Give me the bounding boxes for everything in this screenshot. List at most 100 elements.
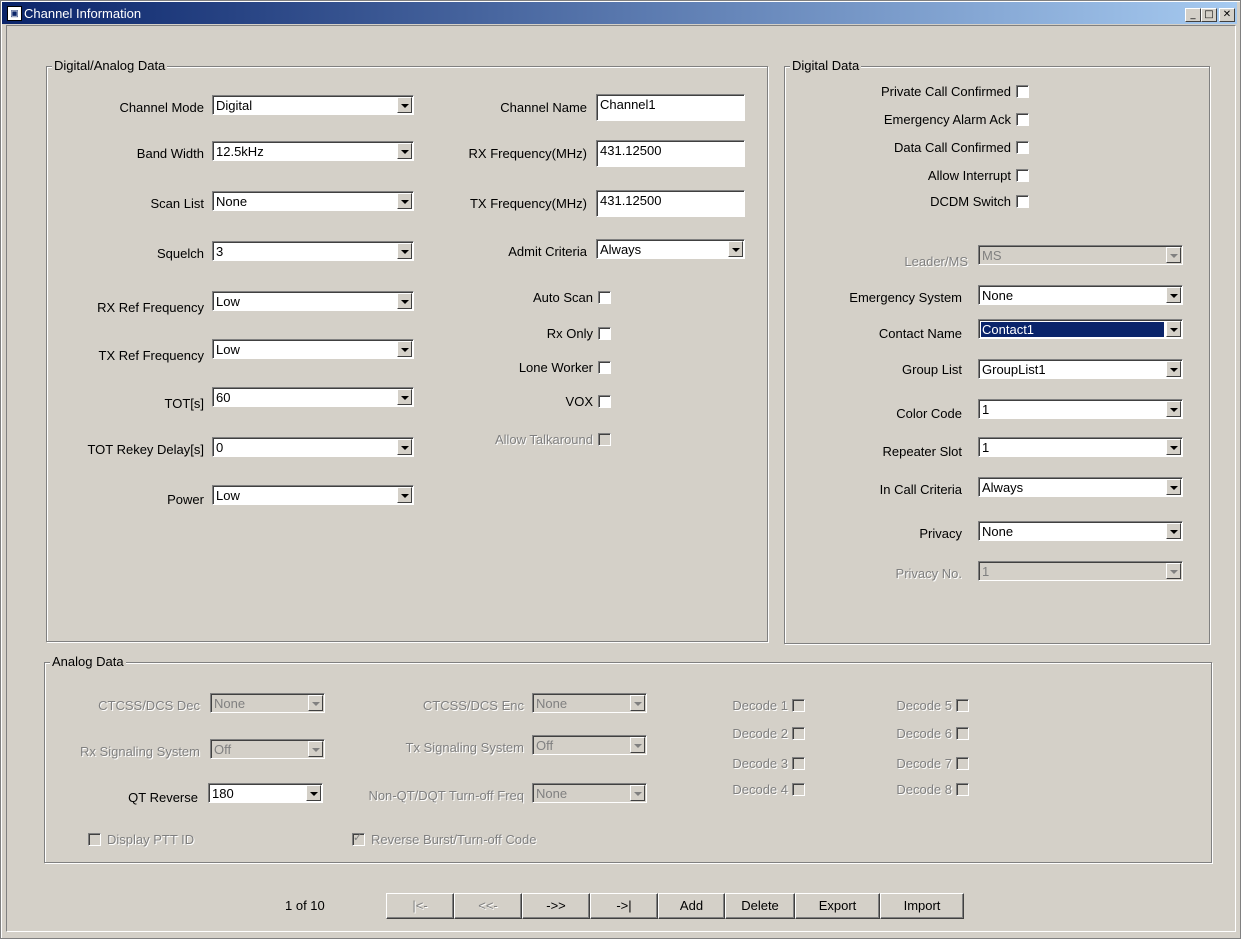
auto-scan-label: Auto Scan [533,290,593,305]
allow-interrupt-checkbox[interactable] [1016,169,1029,182]
contact-name-label: Contact Name [878,326,962,341]
channel-mode-value: Digital [216,98,253,113]
repeater-slot-select[interactable]: 1 [978,437,1183,457]
squelch-label: Squelch [157,246,204,261]
channel-name-input[interactable]: Channel1 [596,94,745,121]
ctcss-dcs-enc-label: CTCSS/DCS Enc [422,698,524,713]
delete-button[interactable]: Delete [725,893,795,919]
window-title: Channel Information [24,6,142,21]
emergency-system-select[interactable]: None [978,285,1183,305]
export-button[interactable]: Export [795,893,880,919]
chevron-down-icon[interactable] [397,389,412,405]
admit-criteria-select[interactable]: Always [596,239,745,259]
previous-record-button[interactable]: <<- [454,893,522,919]
decode-5-checkbox [956,699,969,712]
scan-list-value: None [216,194,248,209]
chevron-down-icon [308,741,323,757]
in-call-criteria-select[interactable]: Always [978,477,1183,497]
add-button[interactable]: Add [658,893,725,919]
title-bar[interactable]: ▣ Channel Information _ □ ✕ [2,2,1237,24]
in-call-criteria-label: In Call Criteria [879,482,962,497]
maximize-button[interactable]: □ [1201,8,1217,22]
chevron-down-icon[interactable] [397,341,412,357]
chevron-down-icon[interactable] [397,143,412,159]
chevron-down-icon[interactable] [1166,287,1181,303]
power-select[interactable]: Low [212,485,414,505]
decode-1-label: Decode 1 [732,698,788,713]
data-call-confirmed-checkbox[interactable] [1016,141,1029,154]
tx-ref-frequency-select[interactable]: Low [212,339,414,359]
rx-ref-frequency-select[interactable]: Low [212,291,414,311]
privacy-no-select: 1 [978,561,1183,581]
band-width-value: 12.5kHz [216,144,264,159]
dcdm-switch-checkbox[interactable] [1016,195,1029,208]
scan-list-select[interactable]: None [212,191,414,211]
tx-ref-frequency-label: TX Ref Frequency [98,348,205,363]
tx-signaling-system-select: Off [532,735,647,755]
next-record-button[interactable]: ->> [522,893,590,919]
tot-rekey-delay-label: TOT Rekey Delay[s] [87,442,204,457]
private-call-confirmed-checkbox[interactable] [1016,85,1029,98]
close-button[interactable]: ✕ [1219,8,1235,22]
rx-only-checkbox[interactable] [598,327,611,340]
scan-list-label: Scan List [150,196,204,211]
decode-6-checkbox [956,727,969,740]
chevron-down-icon[interactable] [306,785,321,801]
chevron-down-icon[interactable] [1166,361,1181,377]
vox-checkbox[interactable] [598,395,611,408]
emergency-alarm-ack-checkbox[interactable] [1016,113,1029,126]
chevron-down-icon[interactable] [397,97,412,113]
chevron-down-icon[interactable] [1166,401,1181,417]
chevron-down-icon[interactable] [1166,479,1181,495]
chevron-down-icon[interactable] [397,193,412,209]
privacy-select[interactable]: None [978,521,1183,541]
decode-7-label: Decode 7 [896,756,952,771]
import-button[interactable]: Import [880,893,964,919]
decode-8-label: Decode 8 [896,782,952,797]
chevron-down-icon[interactable] [1166,523,1181,539]
admit-criteria-value: Always [600,242,642,257]
first-record-button[interactable]: |<- [386,893,454,919]
auto-scan-checkbox[interactable] [598,291,611,304]
decode-8-checkbox [956,783,969,796]
chevron-down-icon[interactable] [397,293,412,309]
last-record-button[interactable]: ->| [590,893,658,919]
ctcss-dcs-enc-select: None [532,693,647,713]
minimize-button[interactable]: _ [1185,8,1201,22]
chevron-down-icon[interactable] [1166,321,1181,337]
tot-select[interactable]: 60 [212,387,414,407]
tot-rekey-delay-value: 0 [216,440,224,455]
contact-name-select[interactable]: Contact1 [978,319,1183,339]
qt-reverse-select[interactable]: 180 [208,783,323,803]
chevron-down-icon[interactable] [1166,439,1181,455]
chevron-down-icon[interactable] [397,243,412,259]
allow-talkaround-label: Allow Talkaround [494,432,593,447]
group-list-label: Group List [902,362,962,377]
tot-rekey-delay-select[interactable]: 0 [212,437,414,457]
power-value: Low [216,488,240,503]
band-width-select[interactable]: 12.5kHz [212,141,414,161]
ctcss-dcs-dec-label: CTCSS/DCS Dec [98,698,200,713]
channel-mode-select[interactable]: Digital [212,95,414,115]
emergency-system-label: Emergency System [849,290,962,305]
rx-frequency-label: RX Frequency(MHz) [468,146,587,161]
qt-reverse-value: 180 [212,786,234,801]
chevron-down-icon[interactable] [397,439,412,455]
tx-signaling-system-value: Off [536,738,554,753]
lone-worker-checkbox[interactable] [598,361,611,374]
squelch-select[interactable]: 3 [212,241,414,261]
digital-data-legend: Digital Data [790,58,862,73]
group-list-select[interactable]: GroupList1 [978,359,1183,379]
chevron-down-icon[interactable] [728,241,743,257]
decode-4-label: Decode 4 [732,782,788,797]
tx-frequency-input[interactable]: 431.12500 [596,190,745,217]
rx-signaling-system-label: Rx Signaling System [80,744,200,759]
color-code-select[interactable]: 1 [978,399,1183,419]
rx-frequency-input[interactable]: 431.12500 [596,140,745,167]
leader-ms-value: MS [982,248,1002,263]
chevron-down-icon[interactable] [397,487,412,503]
digital-analog-legend: Digital/Analog Data [52,58,168,73]
leader-ms-select: MS [978,245,1183,265]
ctcss-dcs-enc-value: None [536,696,568,711]
page-indicator: 1 of 10 [285,898,325,913]
